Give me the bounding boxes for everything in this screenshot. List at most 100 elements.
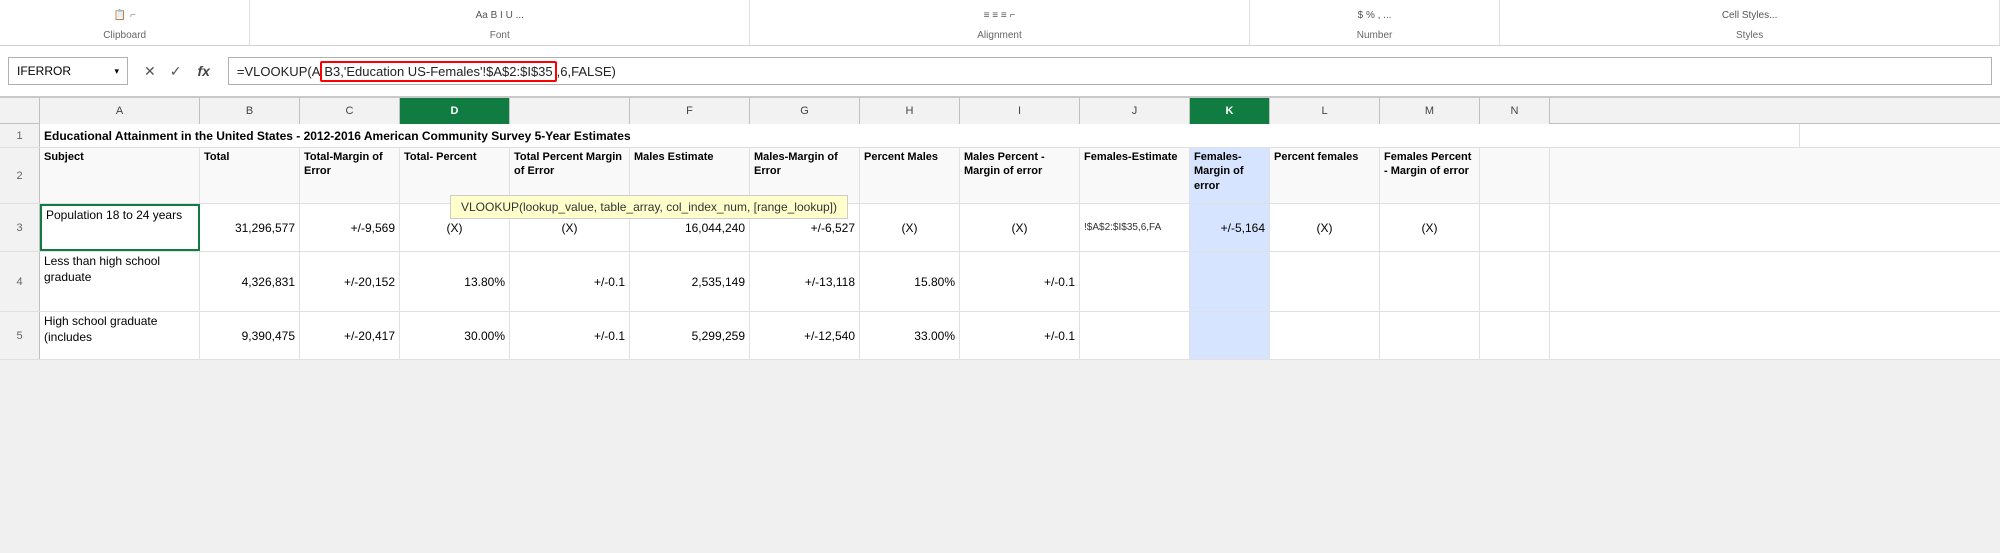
row3-males-margin: +/-6,527 bbox=[811, 221, 855, 235]
cell-4G[interactable]: +/-13,118 bbox=[750, 252, 860, 311]
row3-total-pct-margin: (X) bbox=[562, 221, 578, 235]
row4-pct-males: 15.80% bbox=[914, 275, 955, 289]
number-tools: $ % , ... bbox=[1358, 10, 1392, 21]
font-section: Aa B I U ... Font bbox=[250, 0, 750, 45]
cell-3A[interactable]: Population 18 to 24 years bbox=[40, 204, 200, 251]
cell-5I[interactable]: +/-0.1 bbox=[960, 312, 1080, 359]
cell-4M[interactable] bbox=[1380, 252, 1480, 311]
formula-prefix: =VLOOKUP(A bbox=[237, 64, 320, 79]
table-row: 4 Less than high school graduate 4,326,8… bbox=[0, 252, 2000, 312]
col-header-N[interactable]: N bbox=[1480, 98, 1550, 124]
col-header-G[interactable]: G bbox=[750, 98, 860, 124]
cancel-button[interactable]: ✕ bbox=[140, 61, 160, 82]
row4-males-est: 2,535,149 bbox=[692, 275, 745, 289]
row5-pct-males: 33.00% bbox=[914, 329, 955, 343]
cell-3H[interactable]: (X) bbox=[860, 204, 960, 251]
col-header-D[interactable]: D bbox=[400, 98, 510, 124]
styles-content: Cell Styles... bbox=[1714, 0, 1786, 30]
cell-2A[interactable]: Subject bbox=[40, 148, 200, 203]
cell-5C[interactable]: +/-20,417 bbox=[300, 312, 400, 359]
cell-2I[interactable]: Males Percent - Margin of error bbox=[960, 148, 1080, 203]
cell-2M[interactable]: Females Percent - Margin of error bbox=[1380, 148, 1480, 203]
col-header-I[interactable]: I bbox=[960, 98, 1080, 124]
cell-3B[interactable]: 31,296,577 bbox=[200, 204, 300, 251]
col-header-J[interactable]: J bbox=[1080, 98, 1190, 124]
col-header-L[interactable]: L bbox=[1270, 98, 1380, 124]
cell-5H[interactable]: 33.00% bbox=[860, 312, 960, 359]
cell-3I[interactable]: (X) bbox=[960, 204, 1080, 251]
table-row: 1 Educational Attainment in the United S… bbox=[0, 124, 2000, 148]
row4-total-pct: 13.80% bbox=[464, 275, 505, 289]
name-box-dropdown[interactable]: ▾ bbox=[114, 66, 119, 77]
cell-4K[interactable] bbox=[1190, 252, 1270, 311]
col-header-C[interactable]: C bbox=[300, 98, 400, 124]
cell-4C[interactable]: +/-20,152 bbox=[300, 252, 400, 311]
cell-4H[interactable]: 15.80% bbox=[860, 252, 960, 311]
row1-title: Educational Attainment in the United Sta… bbox=[44, 129, 631, 143]
row3-total: 31,296,577 bbox=[235, 221, 295, 235]
row4-total: 4,326,831 bbox=[242, 275, 295, 289]
cell-5L[interactable] bbox=[1270, 312, 1380, 359]
cell-4N[interactable] bbox=[1480, 252, 1550, 311]
cell-2B[interactable]: Total bbox=[200, 148, 300, 203]
font-content: Aa B I U ... bbox=[468, 0, 532, 30]
col-header-E[interactable] bbox=[510, 98, 630, 124]
cell-2H[interactable]: Percent Males bbox=[860, 148, 960, 203]
cell-4B[interactable]: 4,326,831 bbox=[200, 252, 300, 311]
col-header-M[interactable]: M bbox=[1380, 98, 1480, 124]
row5-males-est: 5,299,259 bbox=[692, 329, 745, 343]
cell-2C[interactable]: Total-Margin of Error bbox=[300, 148, 400, 203]
col-header-K[interactable]: K bbox=[1190, 98, 1270, 124]
cell-5K[interactable] bbox=[1190, 312, 1270, 359]
cell-4I[interactable]: +/-0.1 bbox=[960, 252, 1080, 311]
formula-input[interactable]: =VLOOKUP(AB3,'Education US-Females'!$A$2… bbox=[228, 57, 1992, 85]
cell-5E[interactable]: +/-0.1 bbox=[510, 312, 630, 359]
clipboard-icon: 📋 bbox=[114, 10, 126, 21]
spreadsheet: VLOOKUP(lookup_value, table_array, col_i… bbox=[0, 98, 2000, 360]
confirm-button[interactable]: ✓ bbox=[166, 61, 186, 82]
font-label: Font bbox=[490, 30, 510, 43]
cell-5M[interactable] bbox=[1380, 312, 1480, 359]
cell-3M[interactable]: (X) bbox=[1380, 204, 1480, 251]
alignment-section: ≡ ≡ ≡ ⌐ Alignment bbox=[750, 0, 1250, 45]
cell-5D[interactable]: 30.00% bbox=[400, 312, 510, 359]
cell-5N[interactable] bbox=[1480, 312, 1550, 359]
cell-2L[interactable]: Percent females bbox=[1270, 148, 1380, 203]
cell-4D[interactable]: 13.80% bbox=[400, 252, 510, 311]
cell-5F[interactable]: 5,299,259 bbox=[630, 312, 750, 359]
col-header-F[interactable]: F bbox=[630, 98, 750, 124]
cell-4J[interactable] bbox=[1080, 252, 1190, 311]
cell-3K[interactable]: +/-5,164 bbox=[1190, 204, 1270, 251]
cell-3C[interactable]: +/-9,569 bbox=[300, 204, 400, 251]
cell-1A[interactable]: Educational Attainment in the United Sta… bbox=[40, 124, 1800, 147]
row5-total-pct: 30.00% bbox=[464, 329, 505, 343]
row-num-1: 1 bbox=[0, 124, 40, 147]
col-header-B[interactable]: B bbox=[200, 98, 300, 124]
col-header-H[interactable]: H bbox=[860, 98, 960, 124]
cell-3L[interactable]: (X) bbox=[1270, 204, 1380, 251]
row3-total-margin: +/-9,569 bbox=[351, 221, 395, 235]
cell-2J[interactable]: Females-Estimate bbox=[1080, 148, 1190, 203]
header-total-pct: Total- Percent bbox=[404, 150, 477, 164]
col-header-A[interactable]: A bbox=[40, 98, 200, 124]
row4-total-margin: +/-20,152 bbox=[344, 275, 395, 289]
row5-subject: High school graduate (includes bbox=[44, 314, 195, 345]
cell-4F[interactable]: 2,535,149 bbox=[630, 252, 750, 311]
cell-2K[interactable]: Females-Margin of error bbox=[1190, 148, 1270, 203]
name-box[interactable]: IFERROR ▾ bbox=[8, 57, 128, 85]
number-label: Number bbox=[1357, 30, 1393, 43]
row3-males-est: 16,044,240 bbox=[685, 221, 745, 235]
row3-females-pct-margin: (X) bbox=[1422, 221, 1438, 235]
cell-2N[interactable] bbox=[1480, 148, 1550, 203]
cell-4E[interactable]: +/-0.1 bbox=[510, 252, 630, 311]
cell-3N[interactable] bbox=[1480, 204, 1550, 251]
cell-5B[interactable]: 9,390,475 bbox=[200, 312, 300, 359]
cell-5A[interactable]: High school graduate (includes bbox=[40, 312, 200, 359]
cell-5G[interactable]: +/-12,540 bbox=[750, 312, 860, 359]
cell-4L[interactable] bbox=[1270, 252, 1380, 311]
cell-3J[interactable]: !$A$2:$I$35,6,FA bbox=[1080, 204, 1190, 251]
cell-4A[interactable]: Less than high school graduate bbox=[40, 252, 200, 311]
cell-5J[interactable] bbox=[1080, 312, 1190, 359]
header-females-pct-margin: Females Percent - Margin of error bbox=[1384, 150, 1475, 179]
styles-section: Cell Styles... Styles bbox=[1500, 0, 2000, 45]
